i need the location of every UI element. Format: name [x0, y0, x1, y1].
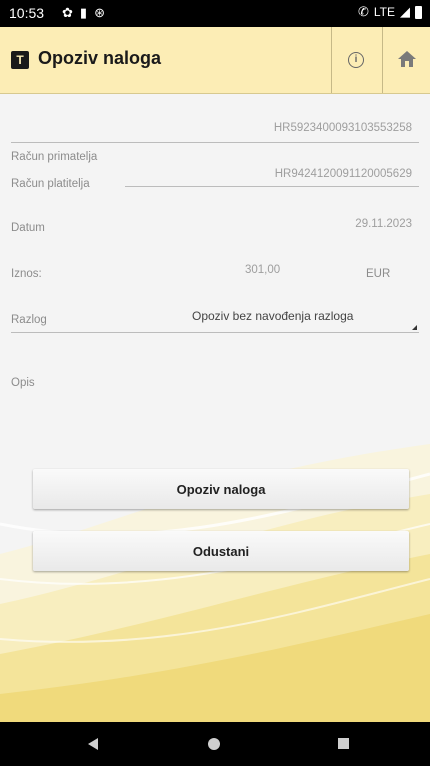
navigation-bar: [0, 722, 430, 766]
status-icons-right: ✆ LTE ◢: [358, 5, 422, 19]
info-button[interactable]: i: [332, 27, 382, 93]
reason-label: Razlog: [11, 314, 47, 326]
divider: [125, 186, 419, 187]
divider: [11, 332, 419, 333]
reason-dropdown[interactable]: Opoziv bez navođenja razloga: [192, 309, 353, 323]
network-type: LTE: [373, 5, 395, 19]
date-label: Datum: [11, 222, 45, 234]
sd-card-icon: ▮: [79, 5, 88, 20]
battery-icon: [415, 5, 422, 19]
amount-value[interactable]: 301,00: [245, 264, 280, 276]
status-bar: 10:53 ✿ ▮ ⊛ ✆ LTE ◢: [0, 0, 430, 27]
app-logo-icon: T: [11, 51, 29, 69]
dropdown-arrow-icon[interactable]: [412, 325, 417, 330]
home-icon: [398, 51, 416, 67]
app-bar: T Opoziv naloga i: [0, 27, 430, 94]
currency-label: EUR: [366, 268, 391, 280]
recipient-account-label: Račun primatelja: [11, 151, 98, 163]
form-content: Račun primatelja HR5923400093103553258 R…: [0, 94, 430, 722]
info-icon: i: [348, 52, 364, 68]
date-value[interactable]: 29.11.2023: [355, 218, 412, 230]
status-icons-left: ✿ ▮ ⊛: [62, 6, 105, 20]
home-button[interactable]: [383, 27, 430, 93]
settings-gear-icon: ✿: [62, 5, 73, 20]
recent-apps-icon[interactable]: [338, 738, 349, 749]
recipient-account-value[interactable]: HR5923400093103553258: [274, 122, 412, 134]
revoke-order-button[interactable]: Opoziv naloga: [33, 469, 409, 509]
status-time: 10:53: [9, 5, 45, 21]
page-title: Opoziv naloga: [38, 48, 162, 68]
payer-account-label: Račun platitelja: [11, 178, 90, 190]
amount-label: Iznos:: [11, 268, 42, 280]
cancel-button[interactable]: Odustani: [33, 531, 409, 571]
back-icon[interactable]: [88, 738, 98, 750]
divider: [11, 142, 419, 143]
description-input[interactable]: [120, 377, 410, 417]
wifi-calling-icon: ✆: [357, 4, 369, 19]
description-label: Opis: [11, 377, 35, 389]
payer-account-value[interactable]: HR9424120091120005629: [275, 168, 412, 180]
signal-icon: ◢: [400, 4, 410, 19]
home-circle-icon[interactable]: [208, 738, 220, 750]
sync-icon: ⊛: [94, 5, 105, 20]
